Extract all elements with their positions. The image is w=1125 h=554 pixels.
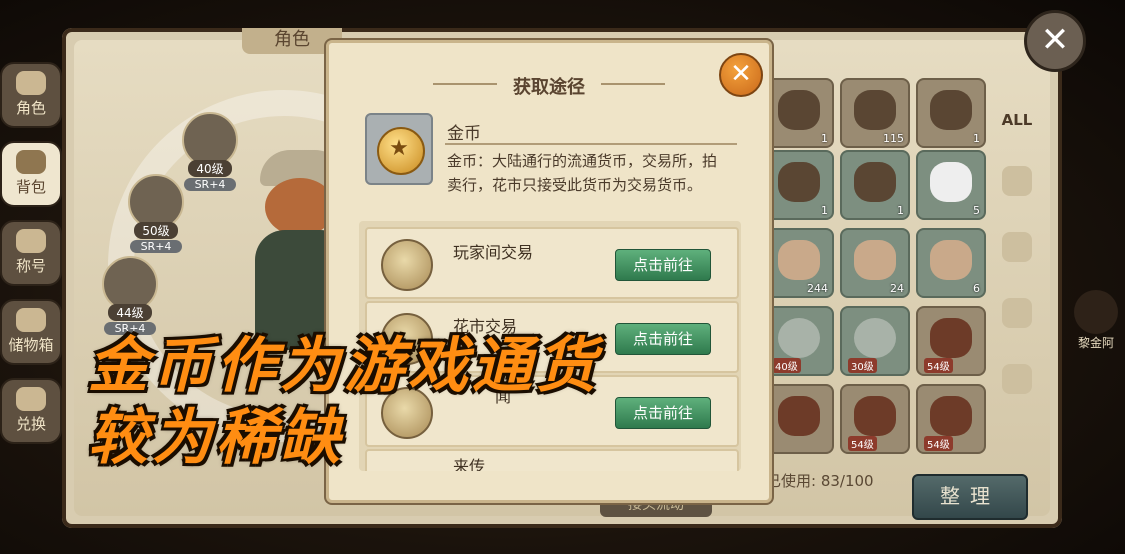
clothes-icon — [1002, 166, 1032, 196]
tab-clothes[interactable] — [996, 166, 1038, 218]
npc-face — [1074, 290, 1118, 334]
slot-level: 30级 — [848, 358, 877, 373]
inventory-slot[interactable]: 54级 — [840, 384, 910, 454]
title-ornament-right — [601, 83, 665, 85]
fish-icon — [930, 90, 972, 130]
slot-count: 1 — [821, 204, 828, 217]
hero-slot[interactable]: 40级 SR+4 — [180, 112, 240, 192]
side-tab-label: 兑换 — [15, 415, 46, 433]
hero-slot[interactable]: 50级 SR+4 — [126, 174, 186, 254]
modal-close-button[interactable]: ✕ — [719, 53, 763, 97]
hero-grade: SR+4 — [130, 240, 182, 253]
inventory-slot[interactable]: 1 — [916, 78, 986, 148]
side-tab-label: 背包 — [15, 178, 46, 196]
tab-all[interactable]: ALL — [996, 100, 1038, 152]
character-icon — [16, 71, 46, 95]
modal-title: 获取途径 — [329, 73, 769, 99]
category-tabs: ALL — [996, 100, 1042, 430]
inventory-slot[interactable]: 6 — [916, 228, 986, 298]
inventory-slot[interactable]: 30级 — [840, 306, 910, 376]
title-icon — [16, 229, 46, 253]
star-icon: ★ — [389, 136, 409, 161]
caption-line-2: 较为稀缺 — [88, 403, 344, 473]
slot-level: 54级 — [924, 436, 953, 451]
meat-icon — [930, 240, 972, 280]
hero-slot[interactable]: 44级 SR+4 — [100, 256, 160, 336]
medal-icon — [381, 239, 433, 291]
slot-count: 5 — [973, 204, 980, 217]
inventory-slot[interactable]: 5 — [916, 150, 986, 220]
slot-count: 1 — [897, 204, 904, 217]
slot-level: 54级 — [848, 436, 877, 451]
slot-count: 115 — [883, 132, 904, 145]
slot-count: 1 — [973, 132, 980, 145]
horse-icon — [1002, 364, 1032, 394]
inventory-slot[interactable]: 115 — [840, 78, 910, 148]
fruit-icon — [854, 162, 896, 202]
scroll-icon — [930, 318, 972, 358]
hero-grade: SR+4 — [184, 178, 236, 191]
npc-label: 黎金阿 — [1077, 336, 1114, 350]
caption-overlay: 金币作为游戏通货 较为稀缺 — [88, 330, 808, 474]
fish-icon — [778, 90, 820, 130]
hero-level: 44级 — [108, 304, 152, 321]
side-tab-character[interactable]: 角色 — [0, 62, 62, 128]
title-ornament-left — [433, 83, 497, 85]
box-icon — [1002, 232, 1032, 262]
divider — [445, 143, 737, 145]
inventory-slot[interactable]: 1 — [764, 150, 834, 220]
character-head — [265, 178, 335, 236]
meat-icon — [854, 240, 896, 280]
scroll-icon — [854, 396, 896, 436]
tab-pot[interactable] — [996, 298, 1038, 350]
slot-count: 244 — [807, 282, 828, 295]
caption-line-1: 金币作为游戏通货 — [88, 331, 600, 401]
close-icon[interactable]: ✕ — [1024, 10, 1086, 72]
ring-icon — [854, 318, 896, 358]
tab-box[interactable] — [996, 232, 1038, 284]
herb-icon — [778, 162, 820, 202]
route-row: 玩家间交易 点击前往 — [365, 227, 739, 299]
side-tab-title[interactable]: 称号 — [0, 220, 62, 286]
backpack-icon — [16, 150, 46, 174]
inventory-slot[interactable]: 244 — [764, 228, 834, 298]
side-tab-label: 称号 — [15, 257, 46, 275]
side-tab-storage[interactable]: 储物箱 — [0, 299, 62, 365]
side-tab-backpack[interactable]: 背包 — [0, 141, 62, 207]
side-tabs: 角色 背包 称号 储物箱 兑换 — [0, 62, 62, 457]
go-button[interactable]: 点击前往 — [615, 249, 711, 281]
sort-button[interactable]: 整理 — [912, 474, 1028, 520]
slot-count: 1 — [821, 132, 828, 145]
hero-level: 50级 — [134, 222, 178, 239]
modal-title-text: 获取途径 — [513, 77, 585, 98]
storage-icon — [16, 308, 46, 332]
slot-level: 54级 — [924, 358, 953, 373]
pot-icon — [1002, 298, 1032, 328]
fish-icon — [854, 90, 896, 130]
npc-figure[interactable]: 黎金阿 — [1066, 290, 1125, 370]
tab-horse[interactable] — [996, 364, 1038, 416]
hero-level: 40级 — [188, 160, 232, 177]
inventory-slot[interactable]: 24 — [840, 228, 910, 298]
inventory-slot[interactable]: 1 — [764, 78, 834, 148]
slot-count: 24 — [890, 282, 904, 295]
inventory-slot[interactable]: 54级 — [916, 306, 986, 376]
inventory-slot[interactable]: 1 — [840, 150, 910, 220]
route-name: 玩家间交易 — [453, 243, 534, 262]
flour-icon — [930, 162, 972, 202]
side-tab-label: 储物箱 — [8, 336, 54, 354]
side-tab-exchange[interactable]: 兑换 — [0, 378, 62, 444]
meat-icon — [778, 240, 820, 280]
exchange-icon — [16, 387, 46, 411]
item-description: 金币：大陆通行的流通货币，交易所，拍卖行，花市只接受此货币为交易货币。 — [447, 152, 718, 194]
scroll-icon — [930, 396, 972, 436]
item-name: 金币 — [447, 124, 481, 144]
side-tab-label: 角色 — [15, 99, 46, 117]
item-icon-frame: ★ — [365, 113, 433, 185]
inventory-slot[interactable]: 54级 — [916, 384, 986, 454]
slot-count: 6 — [973, 282, 980, 295]
